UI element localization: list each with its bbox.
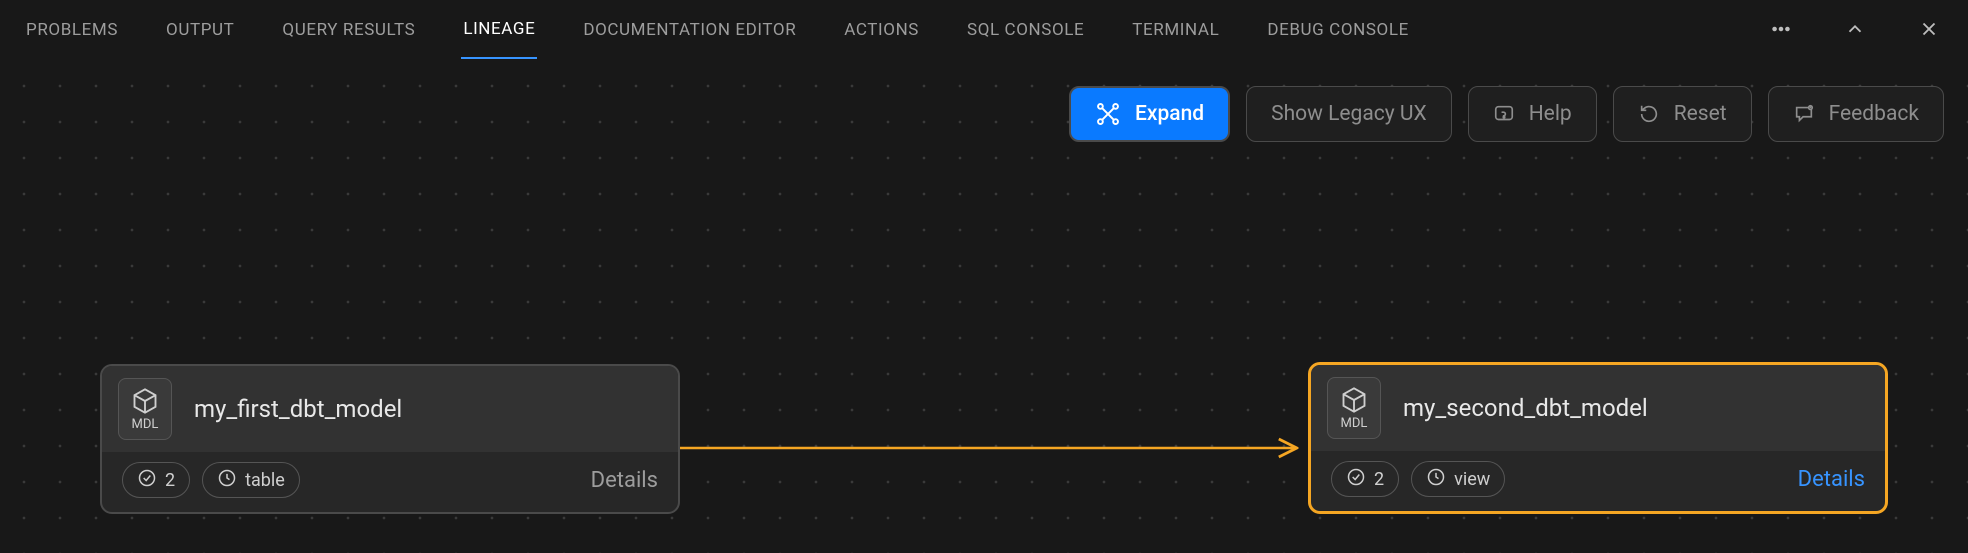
- chevron-up-icon[interactable]: [1840, 14, 1870, 49]
- tab-documentation-editor[interactable]: DOCUMENTATION EDITOR: [581, 4, 798, 58]
- help-label: Help: [1529, 102, 1572, 126]
- model-badge: MDL: [1327, 377, 1381, 439]
- reset-icon: [1638, 103, 1660, 125]
- tab-debug-console[interactable]: DEBUG CONSOLE: [1265, 4, 1411, 58]
- tab-query-results[interactable]: QUERY RESULTS: [280, 4, 417, 58]
- tab-actions[interactable]: ACTIONS: [842, 4, 921, 58]
- tab-output[interactable]: OUTPUT: [164, 4, 236, 58]
- materialization-pill[interactable]: table: [202, 462, 300, 498]
- tests-count: 2: [165, 470, 175, 491]
- more-actions-icon[interactable]: [1766, 14, 1796, 49]
- materialization-label: view: [1454, 469, 1490, 490]
- node-footer: 2 table Details: [102, 452, 678, 512]
- reset-button[interactable]: Reset: [1613, 86, 1752, 142]
- model-badge-label: MDL: [1341, 416, 1368, 431]
- feedback-icon: [1793, 103, 1815, 125]
- tab-sql-console[interactable]: SQL CONSOLE: [965, 4, 1086, 58]
- show-legacy-ux-label: Show Legacy UX: [1271, 102, 1427, 126]
- expand-icon: [1095, 101, 1121, 127]
- tests-icon: [137, 468, 157, 493]
- tests-pill[interactable]: 2: [1331, 461, 1399, 497]
- details-button[interactable]: Details: [1798, 467, 1865, 492]
- model-badge: MDL: [118, 378, 172, 440]
- materialization-icon: [217, 468, 237, 493]
- materialization-label: table: [245, 470, 285, 491]
- model-badge-label: MDL: [132, 417, 159, 432]
- show-legacy-ux-button[interactable]: Show Legacy UX: [1246, 86, 1452, 142]
- tests-pill[interactable]: 2: [122, 462, 190, 498]
- tests-count: 2: [1374, 469, 1384, 490]
- lineage-node[interactable]: MDL my_first_dbt_model 2 table: [100, 364, 680, 514]
- tab-lineage[interactable]: LINEAGE: [461, 3, 537, 59]
- node-footer: 2 view Details: [1311, 451, 1885, 511]
- tab-terminal[interactable]: TERMINAL: [1130, 4, 1221, 58]
- materialization-icon: [1426, 467, 1446, 492]
- expand-button[interactable]: Expand: [1069, 86, 1230, 142]
- node-header: MDL my_first_dbt_model: [102, 366, 678, 452]
- node-title: my_first_dbt_model: [194, 395, 402, 423]
- feedback-button[interactable]: Feedback: [1768, 86, 1944, 142]
- close-icon[interactable]: [1914, 14, 1944, 49]
- lineage-node[interactable]: MDL my_second_dbt_model 2 view: [1308, 362, 1888, 514]
- help-button[interactable]: Help: [1468, 86, 1597, 142]
- node-title: my_second_dbt_model: [1403, 394, 1648, 422]
- details-button[interactable]: Details: [591, 468, 658, 493]
- node-header: MDL my_second_dbt_model: [1311, 365, 1885, 451]
- cube-icon: [1340, 386, 1368, 414]
- materialization-pill[interactable]: view: [1411, 461, 1505, 497]
- lineage-canvas[interactable]: Expand Show Legacy UX Help Reset: [0, 62, 1968, 553]
- reset-label: Reset: [1674, 102, 1727, 126]
- tab-problems[interactable]: PROBLEMS: [24, 4, 120, 58]
- expand-label: Expand: [1135, 102, 1204, 126]
- lineage-toolbar: Expand Show Legacy UX Help Reset: [1069, 86, 1944, 142]
- feedback-label: Feedback: [1829, 102, 1919, 126]
- help-icon: [1493, 103, 1515, 125]
- tests-icon: [1346, 467, 1366, 492]
- cube-icon: [131, 387, 159, 415]
- panel-tab-bar: PROBLEMS OUTPUT QUERY RESULTS LINEAGE DO…: [0, 0, 1968, 62]
